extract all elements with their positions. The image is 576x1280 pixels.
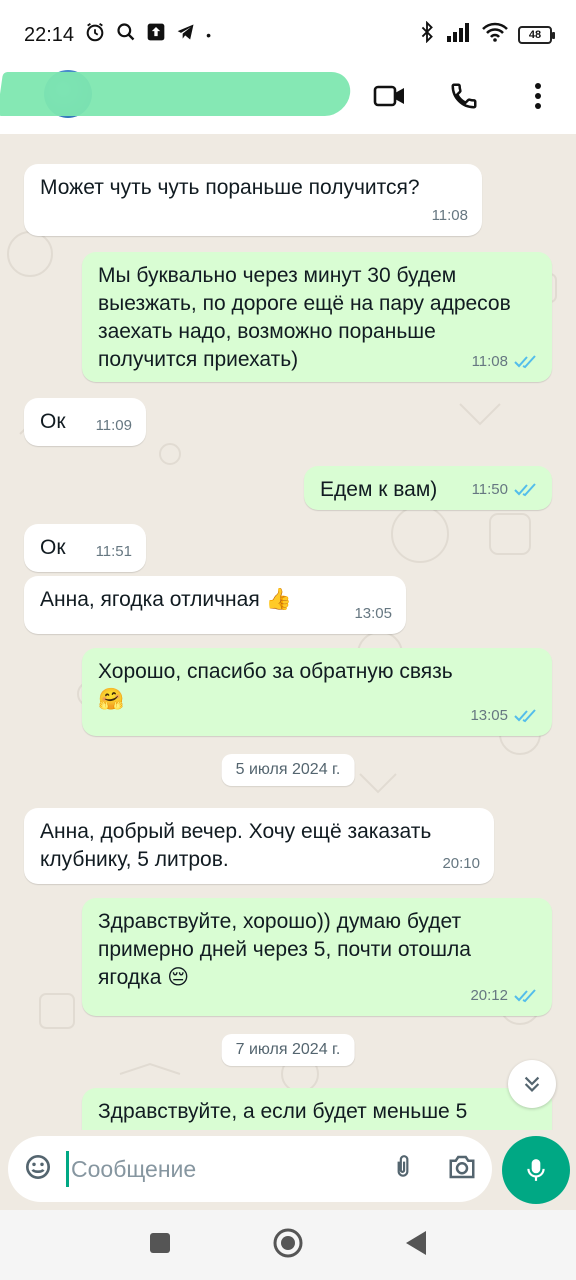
date-chip: 7 июля 2024 г. [221, 1034, 355, 1066]
status-left: 22:14 • [24, 21, 211, 49]
message-text: Хорошо, спасибо за обратную связь [98, 660, 453, 683]
message-time: 11:08 [471, 353, 508, 370]
more-options-icon[interactable] [518, 76, 558, 116]
voice-record-button[interactable] [502, 1136, 570, 1204]
message-bubble-outgoing[interactable]: Хорошо, спасибо за обратную связь 🤗 13:0… [82, 648, 552, 736]
back-button[interactable] [404, 1229, 428, 1262]
message-bubble-outgoing[interactable]: Здравствуйте, а если будет меньше 5 [82, 1088, 552, 1130]
message-time-wrap: 20:12 [470, 982, 538, 1010]
bluetooth-icon [418, 20, 436, 49]
message-time: 11:51 [95, 543, 132, 560]
read-ticks-icon [514, 709, 536, 723]
alarm-icon [84, 21, 106, 49]
contact-name-redaction[interactable] [0, 72, 354, 116]
input-bar: Сообщение [0, 1130, 576, 1210]
message-time-wrap: 11:50 [472, 476, 538, 504]
read-ticks-icon [514, 483, 536, 497]
message-input[interactable]: Сообщение [8, 1136, 492, 1202]
status-right: 48 [418, 20, 555, 49]
date-chip: 5 июля 2024 г. [221, 754, 355, 786]
message-time-wrap: 11:08 [472, 348, 538, 376]
mic-icon [527, 1159, 545, 1181]
read-ticks-icon [514, 355, 536, 369]
message-time: 11:08 [431, 207, 468, 224]
message-input-placeholder[interactable]: Сообщение [66, 1151, 196, 1187]
double-chevron-down-icon [524, 1076, 540, 1092]
message-time: 13:05 [354, 605, 392, 622]
emoji-sticker-icon[interactable] [22, 1151, 54, 1188]
scroll-to-bottom-button[interactable] [508, 1060, 556, 1108]
message-text: Анна, ягодка отличная [40, 588, 260, 611]
message-text: Мы буквально через минут 30 будем выезжа… [98, 264, 511, 371]
status-bar: 22:14 • 48 [0, 0, 576, 70]
header-actions [370, 76, 558, 116]
search-icon [116, 22, 136, 48]
hugging-face-emoji-icon: 🤗 [98, 688, 125, 712]
voice-call-icon[interactable] [444, 76, 484, 116]
pensive-face-emoji-icon: 😔 [167, 966, 190, 990]
read-ticks-icon [514, 989, 536, 1003]
message-bubble-incoming[interactable]: Ок 11:51 [24, 524, 146, 572]
home-button[interactable] [272, 1227, 304, 1264]
message-bubble-incoming[interactable]: Анна, добрый вечер. Хочу ещё заказать кл… [24, 808, 494, 884]
message-text: Здравствуйте, а если будет меньше 5 [98, 1100, 468, 1123]
camera-icon[interactable] [446, 1152, 478, 1187]
message-text: Ок [40, 536, 66, 559]
message-bubble-incoming[interactable]: Ок 11:09 [24, 398, 146, 446]
message-text: Анна, добрый вечер. Хочу ещё заказать кл… [40, 820, 432, 871]
message-time: 11:09 [95, 417, 132, 434]
message-text: Может чуть чуть пораньше получится? [40, 176, 420, 199]
dot-icon: • [206, 27, 211, 43]
message-bubble-outgoing[interactable]: Здравствуйте, хорошо)) думаю будет приме… [82, 898, 552, 1016]
wifi-icon [482, 22, 508, 48]
chat-area[interactable]: Может чуть чуть пораньше получится? 11:0… [0, 134, 576, 1130]
attach-icon[interactable] [390, 1151, 416, 1188]
battery-indicator: 48 [518, 26, 555, 44]
message-bubble-incoming[interactable]: Анна, ягодка отличная 👍 13:05 [24, 576, 406, 634]
message-time: 11:50 [471, 481, 508, 498]
chat-header [0, 70, 576, 134]
message-text: Ок [40, 410, 66, 433]
message-bubble-incoming[interactable]: Может чуть чуть пораньше получится? 11:0… [24, 164, 482, 236]
system-nav-bar [0, 1210, 576, 1280]
signal-icon [446, 22, 472, 48]
message-time: 13:05 [470, 707, 508, 724]
message-text: Здравствуйте, хорошо)) думаю будет приме… [98, 910, 471, 989]
input-right-icons [390, 1151, 478, 1188]
message-time-wrap: 13:05 [470, 702, 538, 730]
recents-button[interactable] [148, 1231, 172, 1260]
telegram-icon [176, 22, 196, 48]
message-bubble-outgoing[interactable]: Мы буквально через минут 30 будем выезжа… [82, 252, 552, 382]
message-text: Едем к вам) [320, 478, 438, 501]
status-time: 22:14 [24, 23, 75, 46]
video-call-icon[interactable] [370, 76, 410, 116]
message-bubble-outgoing[interactable]: Едем к вам) 11:50 [304, 466, 552, 510]
message-time: 20:10 [442, 855, 480, 872]
thumbs-up-emoji-icon: 👍 [265, 588, 292, 612]
upload-icon [146, 22, 166, 48]
message-time: 20:12 [470, 987, 508, 1004]
